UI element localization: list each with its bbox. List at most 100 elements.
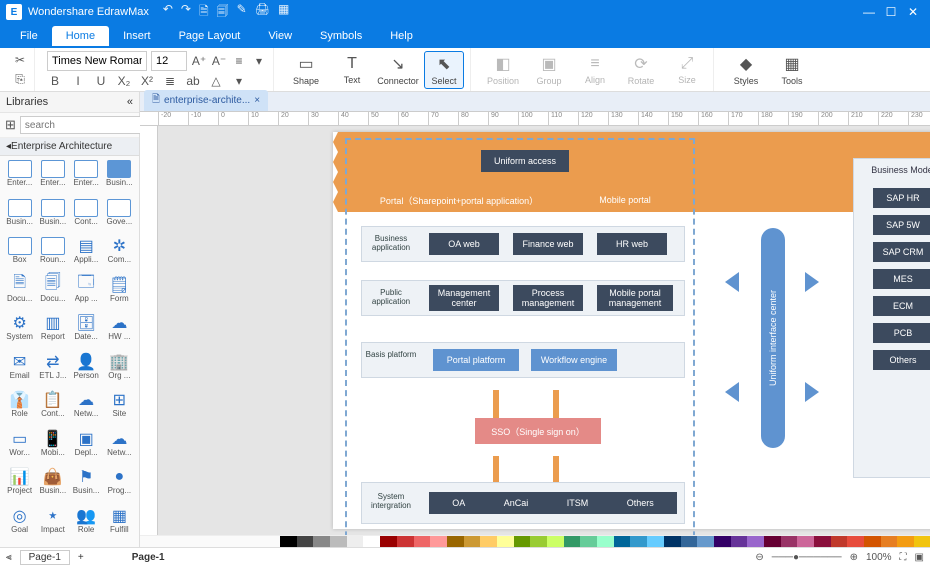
color-swatch[interactable] <box>280 536 297 547</box>
shape-item[interactable]: ✲Com... <box>104 237 135 274</box>
color-swatch[interactable] <box>480 536 497 547</box>
print-icon[interactable]: 🖨 <box>255 2 270 23</box>
new-icon[interactable]: 🗎 <box>199 2 209 23</box>
open-icon[interactable]: 🗐 <box>217 2 229 23</box>
color-swatch[interactable] <box>414 536 431 547</box>
connector-button[interactable]: ↘Connector <box>378 54 418 86</box>
increase-font-icon[interactable]: A⁺ <box>191 53 207 69</box>
color-swatch[interactable] <box>847 536 864 547</box>
color-swatch[interactable] <box>747 536 764 547</box>
text-highlight-icon[interactable]: ab <box>185 73 201 89</box>
shape-item[interactable]: ✉Email <box>4 353 35 390</box>
bm-ecm[interactable]: ECM <box>873 296 930 316</box>
shape-item[interactable]: 👜Busin... <box>37 468 68 505</box>
add-library-icon[interactable]: ⊞ <box>5 117 16 133</box>
save-icon[interactable]: ✎ <box>237 2 247 23</box>
bm-mes[interactable]: MES <box>873 269 930 289</box>
block-portal-platform[interactable]: Portal platform <box>433 349 519 371</box>
bm-sap-crm[interactable]: SAP CRM <box>873 242 930 262</box>
page-tab[interactable]: Page-1 <box>20 550 70 565</box>
block-uniform-access[interactable]: Uniform access <box>481 150 569 172</box>
color-swatch[interactable] <box>363 536 380 547</box>
bm-others[interactable]: Others <box>873 350 930 370</box>
shape-item[interactable]: ☁Netw... <box>104 430 135 467</box>
shape-item[interactable]: Enter... <box>4 160 35 197</box>
bm-pcb[interactable]: PCB <box>873 323 930 343</box>
shape-item[interactable]: Roun... <box>37 237 68 274</box>
color-swatch[interactable] <box>547 536 564 547</box>
color-swatch[interactable] <box>530 536 547 547</box>
shape-item[interactable]: ⚙System <box>4 314 35 351</box>
shape-item[interactable]: ▣Depl... <box>71 430 102 467</box>
close-button[interactable]: ✕ <box>902 5 924 19</box>
shape-item[interactable]: 🗄Date... <box>71 314 102 351</box>
color-swatch[interactable] <box>514 536 531 547</box>
shape-item[interactable]: ▥Report <box>37 314 68 351</box>
color-swatch[interactable] <box>580 536 597 547</box>
subscript-icon[interactable]: X₂ <box>116 73 132 89</box>
block-process-mgmt[interactable]: Process management <box>513 285 583 311</box>
shape-item[interactable]: 🗐Docu... <box>37 276 68 313</box>
color-swatch[interactable] <box>864 536 881 547</box>
block-workflow-engine[interactable]: Workflow engine <box>531 349 617 371</box>
color-swatch[interactable] <box>697 536 714 547</box>
bm-sap-hr[interactable]: SAP HR <box>873 188 930 208</box>
color-swatch[interactable] <box>797 536 814 547</box>
color-swatch[interactable] <box>897 536 914 547</box>
maximize-button[interactable]: ☐ <box>880 5 902 19</box>
menu-help[interactable]: Help <box>376 26 427 46</box>
shape-item[interactable]: ⭑Impact <box>37 507 68 544</box>
minimize-button[interactable]: — <box>858 5 880 19</box>
library-section-title[interactable]: Enterprise Architecture <box>11 141 112 152</box>
color-swatch[interactable] <box>647 536 664 547</box>
styles-button[interactable]: ◆Styles <box>726 54 766 86</box>
color-bar[interactable] <box>140 535 930 547</box>
shape-item[interactable]: 🏢Org ... <box>104 353 135 390</box>
shape-item[interactable]: 📱Mobi... <box>37 430 68 467</box>
tools-button[interactable]: ▦Tools <box>772 54 812 86</box>
block-sso[interactable]: SSO（Single sign on） <box>475 418 601 444</box>
shape-item[interactable]: ☁HW ... <box>104 314 135 351</box>
color-swatch[interactable] <box>430 536 447 547</box>
shape-item[interactable]: 📋Cont... <box>37 391 68 428</box>
color-swatch[interactable] <box>447 536 464 547</box>
block-hr-web[interactable]: HR web <box>597 233 667 255</box>
zoom-slider[interactable]: ───●────── <box>772 552 842 563</box>
color-swatch[interactable] <box>597 536 614 547</box>
shape-item[interactable]: Enter... <box>37 160 68 197</box>
shape-item[interactable]: Busin... <box>37 199 68 236</box>
shape-item[interactable]: Box <box>4 237 35 274</box>
shape-item[interactable]: ⇄ETL J... <box>37 353 68 390</box>
color-swatch[interactable] <box>297 536 314 547</box>
canvas[interactable]: Uniform access Portal（Sharepoint+portal … <box>158 126 930 535</box>
align-icon[interactable]: ≡ <box>231 53 247 69</box>
block-finance-web[interactable]: Finance web <box>513 233 583 255</box>
shape-item[interactable]: Cont... <box>71 199 102 236</box>
color-swatch[interactable] <box>630 536 647 547</box>
color-swatch[interactable] <box>781 536 798 547</box>
shape-button[interactable]: ▭Shape <box>286 54 326 86</box>
shape-item[interactable]: ▭Wor... <box>4 430 35 467</box>
page-add-icon[interactable]: + <box>78 552 84 563</box>
cut-icon[interactable]: ✂ <box>12 52 28 68</box>
italic-icon[interactable]: I <box>70 73 86 89</box>
text-button[interactable]: TText <box>332 55 372 85</box>
shape-item[interactable]: ☁Netw... <box>71 391 102 428</box>
menu-file[interactable]: File <box>6 26 52 46</box>
shape-item[interactable]: 👥Role <box>71 507 102 544</box>
block-oa-web[interactable]: OA web <box>429 233 499 255</box>
file-tab-close-icon[interactable]: × <box>254 95 260 106</box>
color-swatch[interactable] <box>614 536 631 547</box>
color-swatch[interactable] <box>313 536 330 547</box>
font-size-select[interactable] <box>151 51 187 71</box>
underline-icon[interactable]: U <box>93 73 109 89</box>
zoom-in-icon[interactable]: ⊕ <box>850 552 858 563</box>
color-swatch[interactable] <box>764 536 781 547</box>
shape-item[interactable]: 👔Role <box>4 391 35 428</box>
shape-item[interactable]: ◎Goal <box>4 507 35 544</box>
menu-insert[interactable]: Insert <box>109 26 165 46</box>
format-painter-icon[interactable]: ⎘ <box>12 72 28 88</box>
zoom-out-icon[interactable]: ⊖ <box>755 552 763 563</box>
section-basis-platform[interactable] <box>361 342 685 378</box>
color-swatch[interactable] <box>881 536 898 547</box>
